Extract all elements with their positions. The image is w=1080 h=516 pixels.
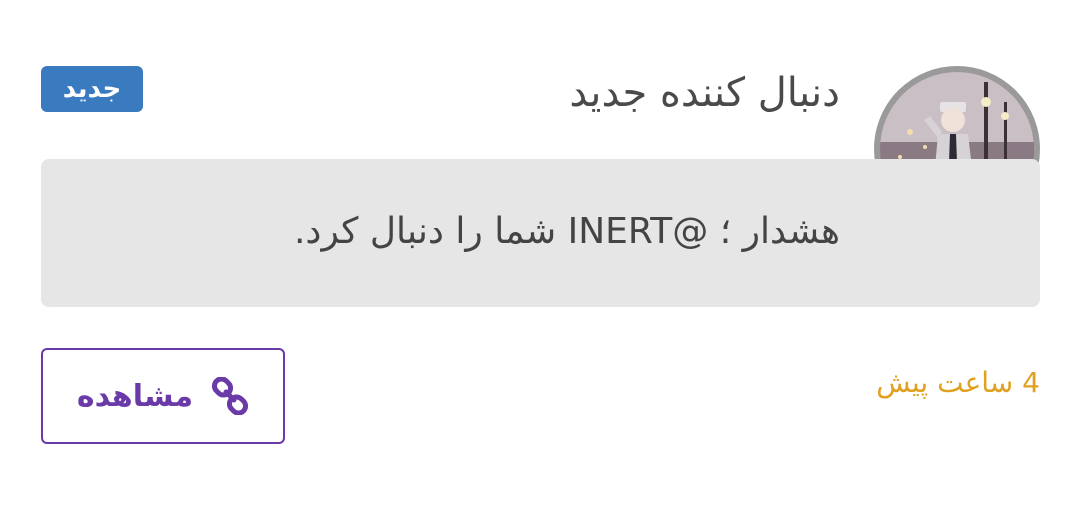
link-icon [211, 377, 249, 415]
message-box: هشدار ؛ @INERT شما را دنبال کرد. [41, 159, 1040, 307]
new-badge: جدید [41, 66, 143, 112]
timestamp: 4 ساعت پیش [876, 366, 1040, 399]
view-button[interactable]: مشاهده [41, 348, 285, 444]
message-text: هشدار ؛ @INERT شما را دنبال کرد. [293, 211, 840, 252]
notification-title: دنبال کننده جدید [569, 70, 840, 116]
view-button-label: مشاهده [76, 378, 194, 414]
